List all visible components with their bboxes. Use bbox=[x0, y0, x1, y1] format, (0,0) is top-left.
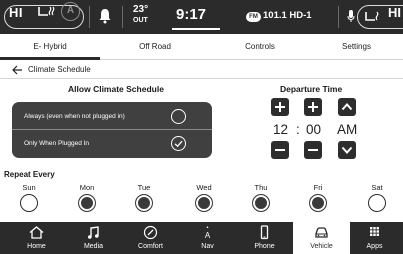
apps-grid-icon bbox=[370, 227, 379, 236]
outside-temp: 23° bbox=[133, 4, 149, 15]
day-toggle-wed[interactable] bbox=[195, 194, 213, 212]
option-always-radio[interactable] bbox=[171, 109, 186, 124]
chevron-down-icon bbox=[341, 146, 353, 154]
passenger-seat-icon[interactable] bbox=[364, 10, 380, 24]
schedule-heading: Allow Climate Schedule bbox=[68, 84, 164, 94]
nav-apps[interactable]: Apps bbox=[346, 222, 403, 254]
nav-media[interactable]: Media bbox=[65, 222, 122, 254]
departure-time-heading: Departure Time bbox=[280, 84, 343, 94]
option-always-label[interactable]: Always (even when not plugged in) bbox=[24, 113, 125, 120]
microphone-icon[interactable] bbox=[347, 9, 355, 23]
day-toggle-tue[interactable] bbox=[135, 194, 153, 212]
nav-nav-label: Nav bbox=[201, 243, 214, 250]
svg-text:A: A bbox=[205, 231, 211, 240]
day-label-wed: Wed bbox=[196, 183, 212, 192]
breadcrumb: Climate Schedule bbox=[0, 61, 403, 79]
day-label-mon: Mon bbox=[79, 183, 95, 192]
nav-apps-label: Apps bbox=[366, 243, 383, 250]
nav-vehicle[interactable]: Vehicle bbox=[293, 222, 350, 254]
plus-icon bbox=[308, 102, 318, 112]
car-icon bbox=[315, 227, 328, 238]
check-icon bbox=[174, 140, 183, 148]
nav-home[interactable]: Home bbox=[8, 222, 65, 254]
period-up-button[interactable] bbox=[338, 98, 356, 116]
status-divider bbox=[338, 6, 339, 28]
period-down-button[interactable] bbox=[338, 141, 356, 159]
compass-icon: A bbox=[205, 226, 211, 240]
tab-off-road[interactable]: Off Road bbox=[100, 34, 210, 60]
clock: 9:17 bbox=[176, 6, 207, 23]
heated-seat-icon[interactable] bbox=[36, 5, 56, 19]
day-toggle-fri[interactable] bbox=[309, 194, 327, 212]
status-bar: HI A 23° OUT 9:17 FM 101.1 HD-1 HI bbox=[0, 0, 403, 34]
plus-icon bbox=[275, 102, 285, 112]
outside-temp-caption: OUT bbox=[133, 17, 148, 24]
minute-decrease-button[interactable] bbox=[304, 141, 322, 159]
nav-nav[interactable]: A Nav bbox=[179, 222, 236, 254]
status-divider bbox=[89, 6, 90, 28]
period-value: AM bbox=[337, 122, 358, 137]
nav-media-label: Media bbox=[83, 243, 104, 250]
nav-phone[interactable]: Phone bbox=[236, 222, 293, 254]
tab-settings[interactable]: Settings bbox=[310, 34, 403, 60]
status-divider bbox=[122, 6, 123, 28]
minus-icon bbox=[275, 149, 285, 151]
auto-climate-button[interactable]: A bbox=[61, 2, 80, 21]
radio-station[interactable]: 101.1 HD-1 bbox=[263, 10, 312, 21]
comfort-icon bbox=[143, 225, 158, 240]
back-arrow-icon[interactable] bbox=[12, 65, 23, 75]
nav-vehicle-label: Vehicle bbox=[310, 243, 333, 250]
clock-underline bbox=[172, 28, 220, 30]
nav-home-label: Home bbox=[27, 243, 46, 250]
minute-increase-button[interactable] bbox=[304, 98, 322, 116]
day-toggle-thu[interactable] bbox=[252, 194, 270, 212]
nav-phone-label: Phone bbox=[254, 243, 275, 250]
phone-icon bbox=[260, 225, 269, 240]
home-icon bbox=[29, 226, 44, 239]
active-tab-indicator bbox=[0, 57, 100, 60]
day-label-tue: Tue bbox=[137, 183, 151, 192]
day-label-sat: Sat bbox=[371, 183, 383, 192]
radio-band-badge: FM bbox=[246, 12, 261, 22]
option-plugged-in-label[interactable]: Only When Plugged In bbox=[24, 140, 89, 147]
passenger-temp-setting[interactable]: HI bbox=[388, 5, 401, 20]
day-label-fri: Fri bbox=[313, 183, 323, 192]
nav-comfort-label: Comfort bbox=[138, 243, 163, 250]
minute-value: 00 bbox=[306, 122, 322, 137]
tab-controls[interactable]: Controls bbox=[210, 34, 310, 60]
minus-icon bbox=[308, 149, 318, 151]
hour-increase-button[interactable] bbox=[271, 98, 289, 116]
page-title: Climate Schedule bbox=[28, 65, 91, 74]
day-toggle-sun[interactable] bbox=[20, 194, 38, 212]
time-separator: : bbox=[296, 122, 300, 137]
option-divider bbox=[12, 129, 212, 130]
bell-icon[interactable] bbox=[98, 8, 112, 24]
repeat-every-label: Repeat Every bbox=[4, 170, 55, 179]
nav-comfort[interactable]: Comfort bbox=[122, 222, 179, 254]
music-note-icon bbox=[88, 226, 99, 239]
day-toggle-sat[interactable] bbox=[368, 194, 386, 212]
hour-value: 12 bbox=[273, 122, 289, 137]
chevron-up-icon bbox=[341, 103, 353, 111]
driver-temp-setting[interactable]: HI bbox=[9, 5, 23, 20]
hour-decrease-button[interactable] bbox=[271, 141, 289, 159]
day-label-sun: Sun bbox=[22, 183, 36, 192]
day-label-thu: Thu bbox=[254, 183, 268, 192]
day-toggle-mon[interactable] bbox=[78, 194, 96, 212]
